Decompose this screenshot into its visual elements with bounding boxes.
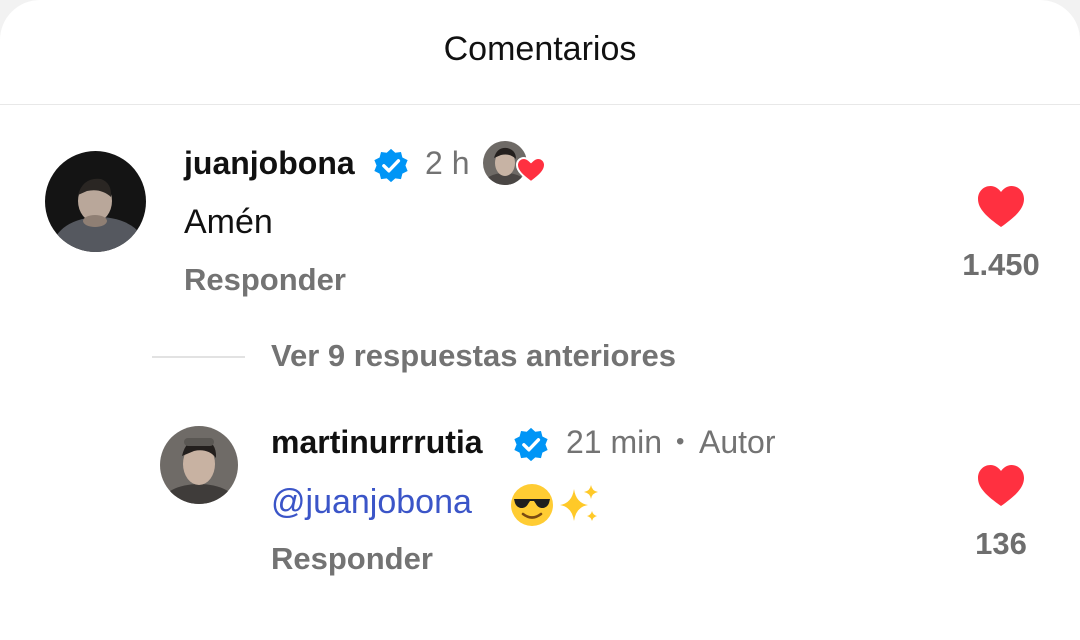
comment-username[interactable]: juanjobona [184, 145, 355, 182]
meta-separator: • [676, 428, 685, 455]
like-heart-icon[interactable] [977, 185, 1025, 234]
comment-text: Amén [184, 203, 273, 241]
reply-username[interactable]: martinurrrutia [271, 424, 483, 461]
comments-header: Comentarios [0, 0, 1080, 105]
mention-link[interactable]: @juanjobona [271, 483, 472, 522]
like-count[interactable]: 136 [951, 526, 1051, 562]
sunglasses-emoji-icon [509, 482, 555, 533]
view-replies-label[interactable]: Ver 9 respuestas anteriores [271, 338, 676, 374]
author-badge: Autor [699, 424, 776, 460]
author-liked-indicator [483, 141, 547, 185]
reply-button[interactable]: Responder [271, 541, 433, 577]
verified-badge-icon [372, 147, 410, 190]
reply-time: 21 min [566, 424, 663, 460]
avatar[interactable] [160, 426, 238, 504]
sparkles-emoji-icon [556, 481, 602, 532]
reply-button[interactable]: Responder [184, 262, 346, 298]
comment-time: 2 h [425, 145, 470, 181]
page-title: Comentarios [443, 30, 637, 68]
like-count[interactable]: 1.450 [951, 247, 1051, 283]
verified-badge-icon [512, 426, 550, 469]
comments-sheet: Comentarios juanjobona 2 h Amén Responde… [0, 0, 1080, 640]
like-heart-icon[interactable] [977, 464, 1025, 513]
thread-divider [152, 356, 245, 358]
avatar[interactable] [45, 151, 146, 252]
